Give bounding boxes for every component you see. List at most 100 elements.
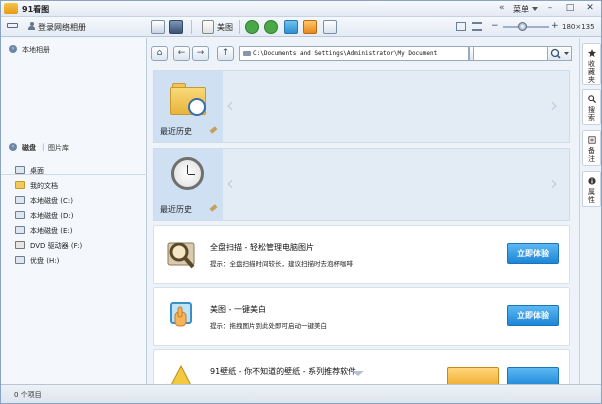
chevron-right-icon[interactable]: › <box>550 171 558 195</box>
menu-button[interactable]: 菜单 <box>513 4 529 15</box>
collapse-icon[interactable]: « <box>499 3 505 13</box>
panel-divider <box>1 174 147 175</box>
local-album-label[interactable]: 本地相册 <box>22 45 50 55</box>
tab-properties[interactable]: 属性 <box>582 171 601 207</box>
feature-title: 91壁纸 - 你不知道的壁纸 - 系列推荐软件 <box>210 367 357 376</box>
clock-icon <box>171 157 204 190</box>
user-icon[interactable] <box>28 22 35 30</box>
search-input[interactable] <box>473 46 549 61</box>
search-icon <box>550 48 569 59</box>
usb-icon[interactable] <box>7 23 18 28</box>
tree-item-label: 我的文档 <box>30 182 58 190</box>
beauty-button[interactable]: 美图 <box>217 22 233 33</box>
warning-icon <box>164 361 198 384</box>
try-now-button[interactable]: 立即体验 <box>507 243 559 264</box>
tree-item-label: 本地磁盘 (D:) <box>30 212 74 220</box>
scroll-down-icon[interactable] <box>352 371 364 376</box>
documents-icon <box>15 181 25 189</box>
tab-label: 搜索 <box>588 106 595 122</box>
history-thumbnail[interactable]: 最近历史 <box>154 71 223 142</box>
back-button[interactable]: ← <box>173 46 190 61</box>
drive-icon <box>243 51 251 56</box>
disk-icon <box>15 211 25 219</box>
chat-icon[interactable] <box>323 20 337 34</box>
chevron-right-icon[interactable]: › <box>550 93 558 117</box>
tab-search[interactable]: 搜索 <box>582 89 601 125</box>
status-bar: 0 个项目 <box>1 384 601 403</box>
action-button[interactable] <box>447 367 499 384</box>
toolbar: 登录网络相册 美图 − + 180×135 <box>1 17 601 37</box>
list-view-icon[interactable] <box>472 22 482 31</box>
recent-history-card[interactable]: 最近历史 ‹ › <box>153 70 570 143</box>
drag-hand-icon <box>164 299 198 333</box>
zoom-in-button[interactable]: + <box>551 21 559 31</box>
chevron-down-icon[interactable] <box>532 7 538 11</box>
up-button[interactable]: ↑ <box>217 46 234 61</box>
try-now-button[interactable]: 立即体验 <box>507 305 559 326</box>
edit-icon[interactable] <box>202 20 214 34</box>
disk-icon <box>15 226 25 234</box>
close-button[interactable]: ✕ <box>584 3 596 14</box>
tab-label: 属性 <box>588 188 595 204</box>
note-icon <box>588 136 596 144</box>
grid-view-icon[interactable] <box>456 22 466 31</box>
home-button[interactable]: ⌂ <box>151 46 168 61</box>
folder-icon[interactable] <box>303 20 317 34</box>
rotate-right-icon[interactable] <box>264 20 278 34</box>
feature-card-full-scan: 全盘扫描 - 轻松管理电脑图片 提示：全盘扫描时间较长，建议扫描时去泡杯咖啡 立… <box>153 225 570 284</box>
rotate-left-icon[interactable] <box>245 20 259 34</box>
clear-history-icon[interactable] <box>209 204 218 212</box>
feature-title: 美图 - 一键美白 <box>210 305 266 314</box>
feature-card-beauty: 美图 - 一键美白 提示：拖拽图片到此处即可启动一键美白 立即体验 <box>153 287 570 346</box>
history-label: 最近历史 <box>160 205 192 214</box>
main-window: 91看图 « 菜单 – □ ✕ 登录网络相册 美图 − + 180×135 › <box>0 0 602 404</box>
dvd-icon <box>15 241 25 249</box>
tab-label: 备注 <box>588 147 595 163</box>
zoom-slider-handle[interactable] <box>517 22 527 31</box>
feature-card-wallpaper: 91壁纸 - 你不知道的壁纸 - 系列推荐软件 <box>153 349 570 384</box>
action-button[interactable] <box>507 367 559 384</box>
path-input[interactable]: C:\Documents and Settings\Administrator\… <box>239 46 469 61</box>
slideshow-icon[interactable] <box>151 20 165 34</box>
screenshot-icon[interactable] <box>169 20 183 34</box>
main-content: 最近历史 ‹ › 最近历史 ‹ › 全盘扫描 - 轻松管理电脑图片 提示：全盘扫… <box>148 67 579 384</box>
local-album-header[interactable]: › 本地相册 <box>1 43 147 55</box>
maximize-button[interactable]: □ <box>564 3 576 14</box>
star-icon <box>588 49 596 57</box>
search-icon <box>588 95 596 103</box>
desktop-icon <box>15 166 25 174</box>
forward-button[interactable]: → <box>192 46 209 61</box>
usb-drive-icon <box>15 256 25 264</box>
tree-item-label: 桌面 <box>30 167 44 175</box>
clear-history-icon[interactable] <box>209 126 218 134</box>
toolbar-divider <box>191 20 192 34</box>
path-text[interactable]: C:\Documents and Settings\Administrator\… <box>253 50 453 57</box>
tree-item-label: 本地磁盘 (C:) <box>30 197 73 205</box>
feature-tip: 提示：全盘扫描时间较长，建议扫描时去泡杯咖啡 <box>210 260 353 268</box>
left-panel: › 本地相册 ‹ 磁盘 | 图片库 桌面 我的文档 本地磁盘 (C:) 本地磁盘… <box>1 38 147 384</box>
tab-notes[interactable]: 备注 <box>582 130 601 166</box>
tab-separator: | <box>42 143 45 151</box>
info-icon <box>588 177 596 185</box>
tab-disk[interactable]: 磁盘 <box>22 143 36 153</box>
recent-history-card[interactable]: 最近历史 ‹ › <box>153 148 570 221</box>
chevron-left-icon[interactable]: ‹ <box>226 93 234 117</box>
zoom-out-button[interactable]: − <box>491 21 499 31</box>
history-label: 最近历史 <box>160 127 192 136</box>
app-logo-icon <box>4 3 18 14</box>
tab-favorites[interactable]: 收藏夹 <box>582 43 601 85</box>
expand-icon[interactable]: › <box>9 45 17 53</box>
history-thumbnail[interactable]: 最近历史 <box>154 149 223 220</box>
tab-gallery[interactable]: 图片库 <box>48 143 69 153</box>
tree-item-label: DVD 驱动器 (F:) <box>30 242 83 250</box>
item-count: 0 个项目 <box>14 391 42 399</box>
collapse-icon[interactable]: ‹ <box>9 143 17 151</box>
chevron-left-icon[interactable]: ‹ <box>226 171 234 195</box>
minimize-button[interactable]: – <box>544 3 556 14</box>
toolbar-divider <box>239 20 240 34</box>
login-online-album-link[interactable]: 登录网络相册 <box>38 22 86 33</box>
tab-label: 收藏夹 <box>588 60 595 84</box>
search-button[interactable] <box>547 46 572 61</box>
magnifier-icon <box>164 237 198 271</box>
delete-icon[interactable] <box>284 20 298 34</box>
